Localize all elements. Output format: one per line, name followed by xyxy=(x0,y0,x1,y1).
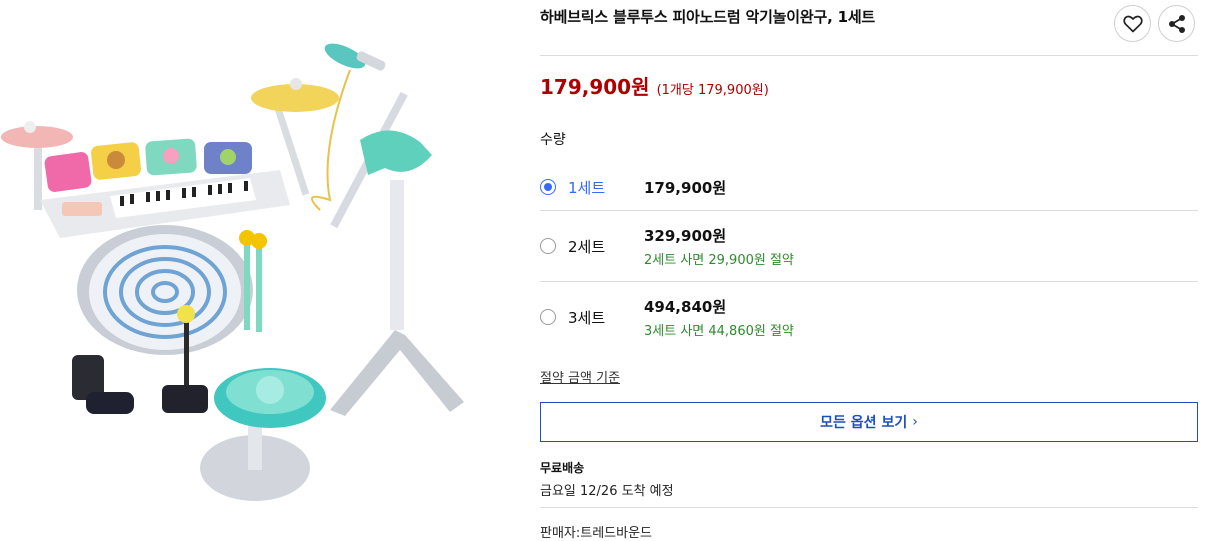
option-name: 3세트 xyxy=(568,309,606,327)
option-savings: 2세트 사면 29,900원 절약 xyxy=(644,253,794,268)
option-name: 1세트 xyxy=(568,179,606,197)
quantity-option-2set[interactable]: 2세트 329,900원 2세트 사면 29,900원 절약 xyxy=(540,211,1198,281)
product-info-panel: 하베브릭스 블루투스 피아노드럼 악기놀이완구, 1세트 179,900원 (1… xyxy=(540,0,1198,541)
unit-price: (1개당 179,900원) xyxy=(656,83,769,98)
heart-icon xyxy=(1122,15,1143,32)
share-button[interactable] xyxy=(1158,5,1195,42)
shipping-eta: 금요일 12/26 도착 예정 xyxy=(540,484,674,499)
savings-basis-link[interactable]: 절약 금액 기준 xyxy=(540,367,620,386)
product-image[interactable] xyxy=(0,0,515,533)
shipping-title: 무료배송 xyxy=(540,461,585,475)
quantity-option-3set[interactable]: 3세트 494,840원 3세트 사면 44,860원 절약 xyxy=(540,282,1198,352)
radio-button-checked[interactable] xyxy=(540,179,556,195)
title-divider xyxy=(540,55,1198,56)
quantity-label: 수량 xyxy=(540,132,566,148)
radio-button[interactable] xyxy=(540,238,556,254)
view-all-options-button[interactable]: 모든 옵션 보기 › xyxy=(540,402,1198,442)
chevron-right-icon: › xyxy=(912,414,918,430)
option-price: 494,840원 xyxy=(644,298,727,316)
option-price: 179,900원 xyxy=(644,179,727,197)
share-icon xyxy=(1168,14,1185,33)
sale-price: 179,900원 xyxy=(540,75,650,99)
product-title: 하베브릭스 블루투스 피아노드럼 악기놀이완구, 1세트 xyxy=(540,8,876,26)
quantity-option-1set[interactable]: 1세트 179,900원 xyxy=(540,165,1198,210)
price-block: 179,900원 (1개당 179,900원) xyxy=(540,71,769,100)
product-photo xyxy=(1,43,464,501)
option-price: 329,900원 xyxy=(644,227,727,245)
wishlist-button[interactable] xyxy=(1114,5,1151,42)
view-all-options-label: 모든 옵션 보기 xyxy=(820,415,908,431)
option-savings: 3세트 사면 44,860원 절약 xyxy=(644,324,794,339)
seller-info: 판매자:트레드바운드 xyxy=(540,526,653,541)
option-name: 2세트 xyxy=(568,238,606,256)
radio-button[interactable] xyxy=(540,309,556,325)
shipping-divider xyxy=(540,507,1198,508)
